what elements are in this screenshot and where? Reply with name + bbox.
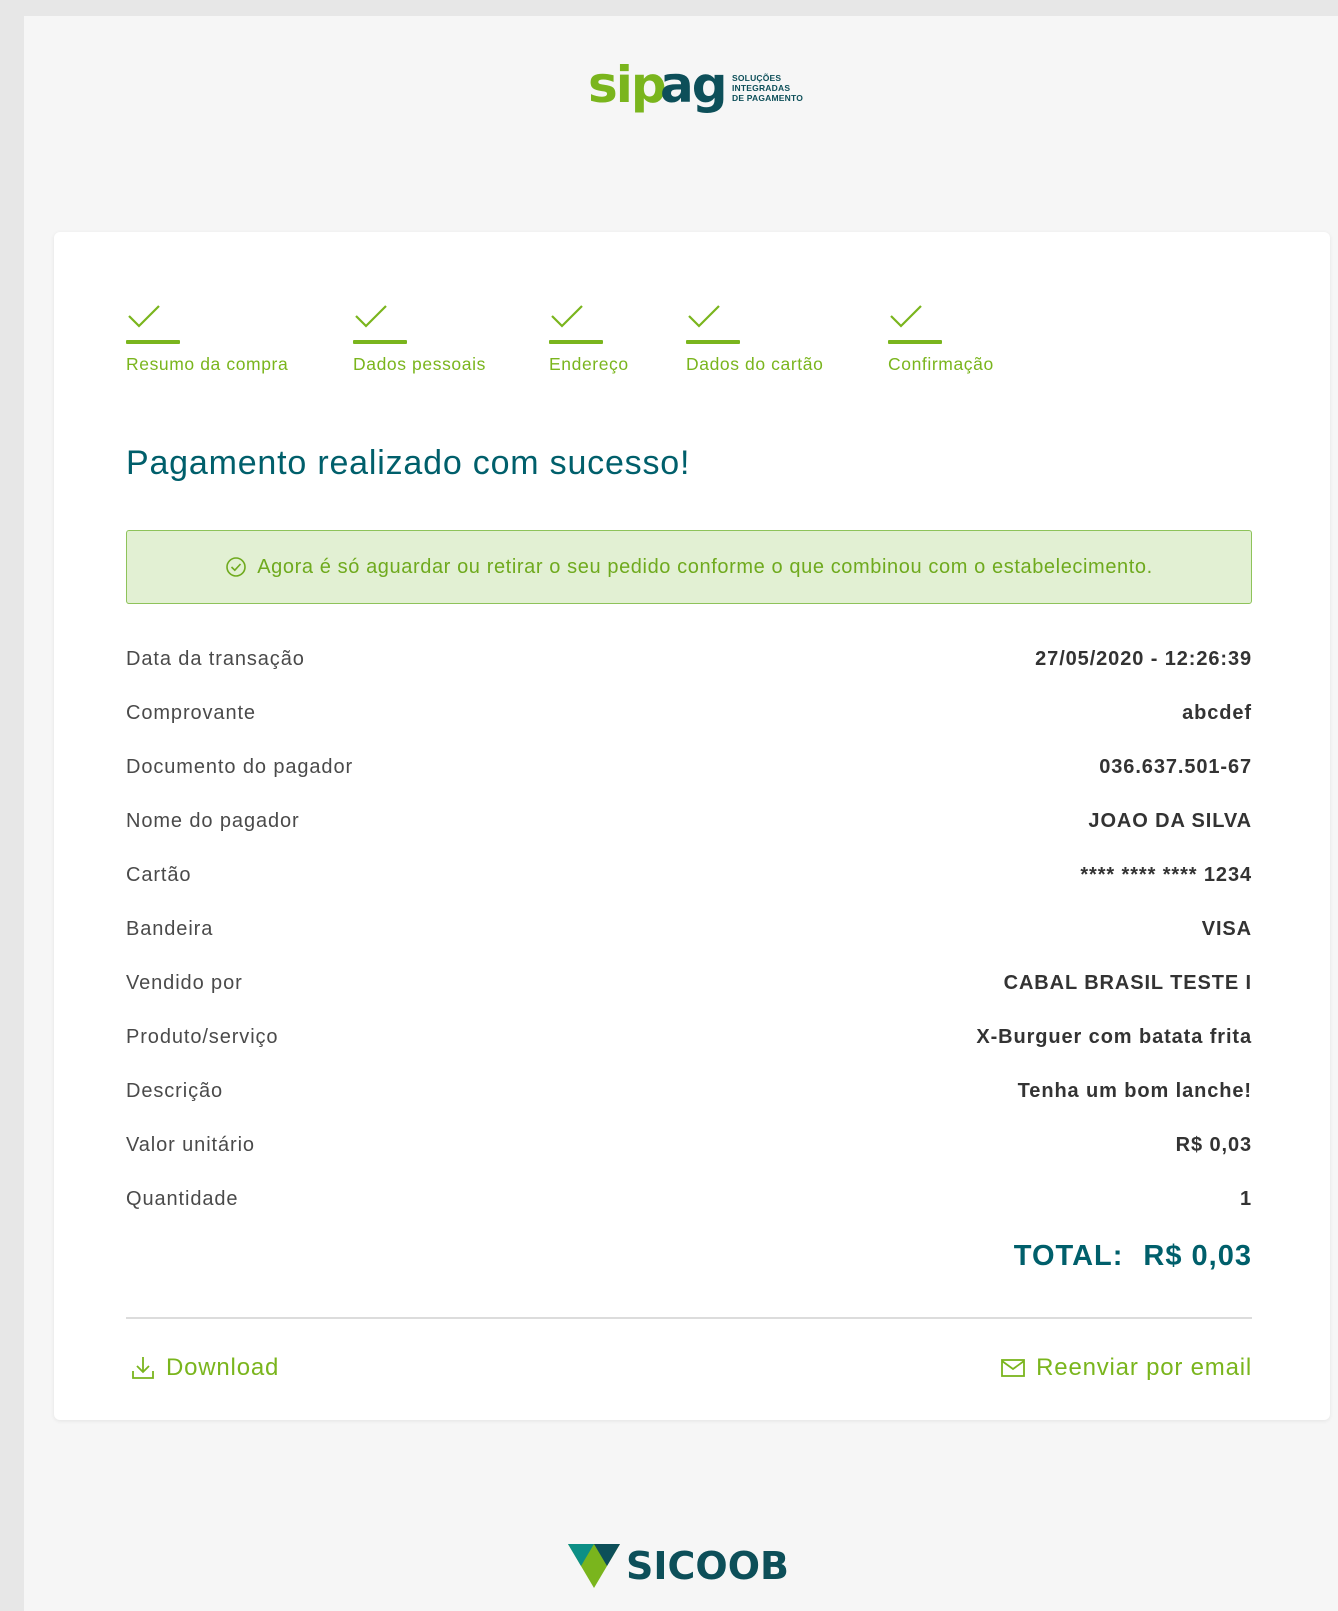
detail-label: Cartão xyxy=(126,863,192,886)
step-label: Confirmação xyxy=(888,354,994,374)
sipag-tagline: SOLUÇÕES INTEGRADAS DE PAGAMENTO xyxy=(732,73,804,103)
sipag-logo: sip ag SOLUÇÕES INTEGRADAS DE PAGAMENTO xyxy=(586,52,816,124)
check-icon xyxy=(890,305,922,328)
download-label: Download xyxy=(166,1354,280,1381)
detail-value: R$ 0,03 xyxy=(1175,1133,1252,1156)
detail-label: Vendido por xyxy=(126,971,243,994)
step-progress-bar xyxy=(549,340,603,344)
detail-label: Comprovante xyxy=(126,701,256,724)
detail-value: 1 xyxy=(1239,1187,1252,1210)
total-value: R$ 0,03 xyxy=(1143,1240,1252,1272)
detail-value: Tenha um bom lanche! xyxy=(1017,1079,1252,1102)
transaction-details: Data da transação 27/05/2020 - 12:26:39 … xyxy=(126,632,1252,1226)
detail-value: X-Burguer com batata frita xyxy=(976,1025,1252,1048)
detail-row: Bandeira VISA xyxy=(126,902,1252,956)
detail-value: 036.637.501-67 xyxy=(1099,755,1252,778)
total-label: TOTAL: xyxy=(1013,1240,1124,1272)
detail-label: Nome do pagador xyxy=(126,809,300,832)
detail-row: Descrição Tenha um bom lanche! xyxy=(126,1064,1252,1118)
detail-row: Produto/serviço X-Burguer com batata fri… xyxy=(126,1010,1252,1064)
detail-row: Vendido por CABAL BRASIL TESTE I xyxy=(126,956,1252,1010)
step-progress-bar xyxy=(888,340,942,344)
check-icon xyxy=(551,305,583,328)
download-button[interactable]: Download xyxy=(130,1354,279,1382)
check-icon xyxy=(128,305,160,328)
detail-label: Produto/serviço xyxy=(126,1025,279,1048)
mail-icon xyxy=(1001,1359,1026,1377)
step-progress-bar xyxy=(353,340,407,344)
detail-row: Nome do pagador JOAO DA SILVA xyxy=(126,794,1252,848)
check-icon xyxy=(355,305,387,328)
svg-text:ag: ag xyxy=(660,58,726,114)
step-label: Resumo da compra xyxy=(126,354,289,374)
detail-row: Comprovante abcdef xyxy=(126,686,1252,740)
success-alert: Agora é só aguardar ou retirar o seu ped… xyxy=(126,530,1252,604)
detail-row: Quantidade 1 xyxy=(126,1172,1252,1226)
check-icon xyxy=(688,305,720,328)
success-alert-text: Agora é só aguardar ou retirar o seu ped… xyxy=(257,555,1153,578)
page-title: Pagamento realizado com sucesso! xyxy=(126,444,691,482)
resend-email-button[interactable]: Reenviar por email xyxy=(1000,1354,1252,1382)
detail-label: Data da transação xyxy=(126,647,305,670)
detail-row: Cartão **** **** **** 1234 xyxy=(126,848,1252,902)
sicoob-logo-mark xyxy=(568,1544,620,1588)
step-label: Endereço xyxy=(549,354,629,374)
download-icon xyxy=(132,1357,154,1379)
total-amount: TOTAL: R$ 0,03 xyxy=(1014,1240,1252,1273)
detail-label: Documento do pagador xyxy=(126,755,354,778)
detail-label: Descrição xyxy=(126,1079,224,1102)
sipag-logo-mark: sip ag xyxy=(588,58,726,114)
step-label: Dados do cartão xyxy=(686,354,824,374)
detail-label: Valor unitário xyxy=(126,1133,255,1156)
sicoob-logo: SICOOB xyxy=(566,1536,789,1596)
detail-value: 27/05/2020 - 12:26:39 xyxy=(1035,647,1252,670)
step-label: Dados pessoais xyxy=(353,354,486,374)
page-background: sip ag SOLUÇÕES INTEGRADAS DE PAGAMENTO … xyxy=(24,16,1338,1611)
step-progress-bar xyxy=(126,340,180,344)
payment-card: Resumo da compra Dados pessoais Endereço… xyxy=(54,232,1330,1420)
step-progress-bar xyxy=(686,340,740,344)
detail-row: Documento do pagador 036.637.501-67 xyxy=(126,740,1252,794)
resend-email-label: Reenviar por email xyxy=(1036,1354,1252,1381)
sicoob-wordmark: SICOOB xyxy=(626,1544,789,1588)
detail-value: CABAL BRASIL TESTE I xyxy=(1003,971,1252,994)
detail-value: VISA xyxy=(1201,917,1252,940)
detail-label: Bandeira xyxy=(126,917,214,940)
detail-label: Quantidade xyxy=(126,1187,239,1210)
detail-value: abcdef xyxy=(1182,701,1252,724)
detail-row: Data da transação 27/05/2020 - 12:26:39 xyxy=(126,632,1252,686)
detail-value: JOAO DA SILVA xyxy=(1088,809,1252,832)
check-circle-icon xyxy=(225,556,247,578)
svg-text:sip: sip xyxy=(588,58,665,114)
detail-value: **** **** **** 1234 xyxy=(1080,863,1252,886)
divider xyxy=(126,1317,1252,1319)
detail-row: Valor unitário R$ 0,03 xyxy=(126,1118,1252,1172)
